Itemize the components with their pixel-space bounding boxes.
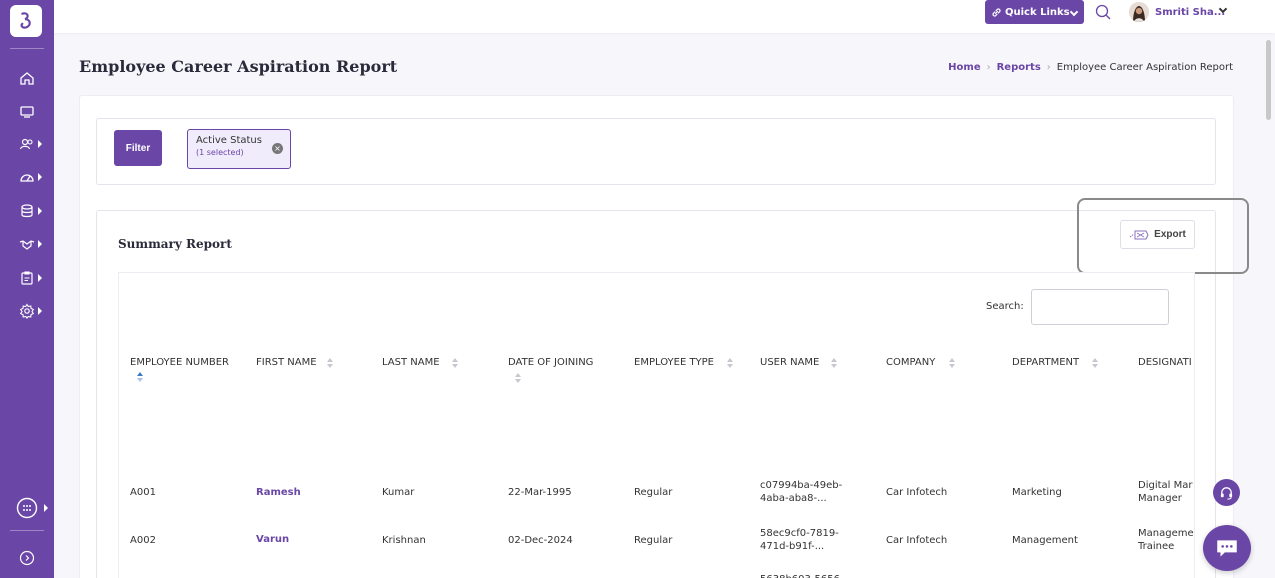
sidebar-item-home[interactable] (0, 66, 54, 90)
sidebar-collapse-toggle[interactable] (0, 546, 54, 570)
headset-icon (1220, 487, 1233, 500)
sort-icon[interactable] (1092, 358, 1098, 368)
sidebar-expand-caret (38, 274, 42, 282)
sort-icon[interactable] (137, 372, 143, 382)
cell-company: Car Infotech (886, 535, 948, 546)
sort-icon[interactable] (452, 358, 458, 368)
column-header-designation[interactable]: DESIGNATI (1138, 357, 1192, 368)
sidebar-item-monitor[interactable] (0, 100, 54, 124)
sort-icon[interactable] (515, 373, 521, 383)
clipboard-icon (21, 271, 33, 285)
quick-links-button[interactable]: Quick Links (985, 0, 1084, 24)
sidebar-divider (10, 530, 44, 531)
link-icon (992, 7, 1001, 17)
column-header-last-name[interactable]: LAST NAME (382, 357, 440, 368)
column-header-employee-type[interactable]: EMPLOYEE TYPE (634, 357, 714, 368)
monitor-icon (20, 106, 34, 118)
summary-title: Summary Report (118, 237, 232, 251)
sidebar-item-clipboard[interactable] (0, 266, 54, 290)
breadcrumb-home[interactable]: Home (948, 62, 980, 73)
breadcrumb-reports[interactable]: Reports (997, 62, 1041, 73)
filter-button[interactable]: Filter (114, 130, 162, 166)
cell-designation: Manageme Trainee (1138, 528, 1194, 552)
dashboard-icon (20, 174, 34, 182)
sidebar-expand-caret (38, 240, 42, 248)
cell-last-name: Krishnan (382, 535, 426, 546)
sidebar-item-database[interactable] (0, 199, 54, 223)
page-scrollbar[interactable] (1266, 40, 1271, 120)
export-icon (1129, 230, 1149, 239)
chip-selected-count: (1 selected) (196, 148, 244, 157)
breadcrumb: Home › Reports › Employee Career Aspirat… (948, 62, 1233, 73)
cell-last-name: Kumar (382, 487, 415, 498)
logo-icon (20, 12, 31, 29)
sort-icon[interactable] (831, 358, 837, 368)
export-button[interactable]: Export (1120, 220, 1195, 249)
breadcrumb-separator: › (986, 62, 991, 73)
cell-employee-type: Regular (634, 535, 673, 546)
sidebar-expand-caret (44, 504, 48, 512)
quick-links-label: Quick Links (1005, 6, 1070, 18)
sidebar (0, 0, 54, 578)
database-icon (21, 204, 33, 218)
sidebar-item-users[interactable] (0, 132, 54, 156)
cell-date-of-joining: 22-Mar-1995 (508, 487, 572, 498)
column-header-user-name[interactable]: USER NAME (760, 357, 819, 368)
user-name[interactable]: Smriti Sha... (1155, 7, 1225, 18)
column-header-company[interactable]: COMPANY (886, 357, 935, 368)
cell-designation: Digital Mar Manager (1138, 480, 1193, 504)
chevron-down-icon (1069, 7, 1079, 17)
remove-filter-icon[interactable]: × (272, 143, 283, 154)
sidebar-expand-caret (38, 173, 42, 181)
home-icon (20, 72, 34, 85)
cell-date-of-joining: 02-Dec-2024 (508, 535, 573, 546)
search-icon[interactable] (1094, 3, 1112, 21)
breadcrumb-current: Employee Career Aspiration Report (1056, 62, 1233, 73)
sidebar-item-handshake[interactable] (0, 232, 54, 256)
cell-company: Car Infotech (886, 487, 948, 498)
settings-icon (19, 303, 35, 319)
page-title: Employee Career Aspiration Report (79, 57, 398, 76)
sidebar-item-settings[interactable] (0, 299, 54, 323)
sidebar-expand-caret (38, 307, 42, 315)
users-icon (19, 138, 33, 150)
column-header-department[interactable]: DEPARTMENT (1012, 357, 1079, 368)
column-header-first-name[interactable]: FIRST NAME (256, 357, 317, 368)
column-header-employee-number[interactable]: EMPLOYEE NUMBER (130, 357, 229, 368)
cell-first-name-link[interactable]: Varun (256, 533, 289, 546)
user-photo-icon (1129, 2, 1149, 22)
chat-button[interactable] (1203, 525, 1251, 571)
cell-user-name-partial: 5638b603-5656 (760, 573, 840, 578)
collapse-icon (19, 550, 35, 566)
sort-icon[interactable] (949, 358, 955, 368)
cell-user-name: c07994ba-49eb-4aba-aba8-... (760, 480, 843, 504)
cell-department: Marketing (1012, 487, 1062, 498)
column-header-date-of-joining[interactable]: DATE OF JOINING (508, 357, 593, 368)
chip-title: Active Status (196, 135, 262, 146)
handshake-icon (19, 240, 35, 250)
cell-employee-type: Regular (634, 487, 673, 498)
sidebar-divider (10, 48, 44, 49)
active-status-filter-chip[interactable]: Active Status (1 selected) × (187, 129, 291, 169)
support-button[interactable] (1213, 479, 1240, 506)
cell-department: Management (1012, 535, 1078, 546)
sidebar-expand-caret (38, 207, 42, 215)
breadcrumb-separator: › (1046, 62, 1051, 73)
cell-employee-number: A001 (130, 487, 156, 498)
brand-logo[interactable] (10, 5, 42, 37)
cell-employee-number: A002 (130, 535, 156, 546)
sort-icon[interactable] (327, 358, 333, 368)
cell-user-name: 58ec9cf0-7819-471d-b91f-... (760, 528, 839, 552)
report-table: EMPLOYEE NUMBER FIRST NAME LAST NAME DAT… (119, 273, 1194, 578)
sort-icon[interactable] (727, 358, 733, 368)
sidebar-item-dashboard[interactable] (0, 165, 54, 189)
chat-icon (1217, 540, 1237, 557)
cell-first-name-link[interactable]: Ramesh (256, 486, 301, 499)
export-label: Export (1154, 229, 1186, 240)
sidebar-expand-caret (38, 140, 42, 148)
apps-icon (16, 497, 38, 519)
avatar[interactable] (1129, 2, 1149, 22)
top-bar: Quick Links Smriti Sha... (54, 0, 1275, 33)
